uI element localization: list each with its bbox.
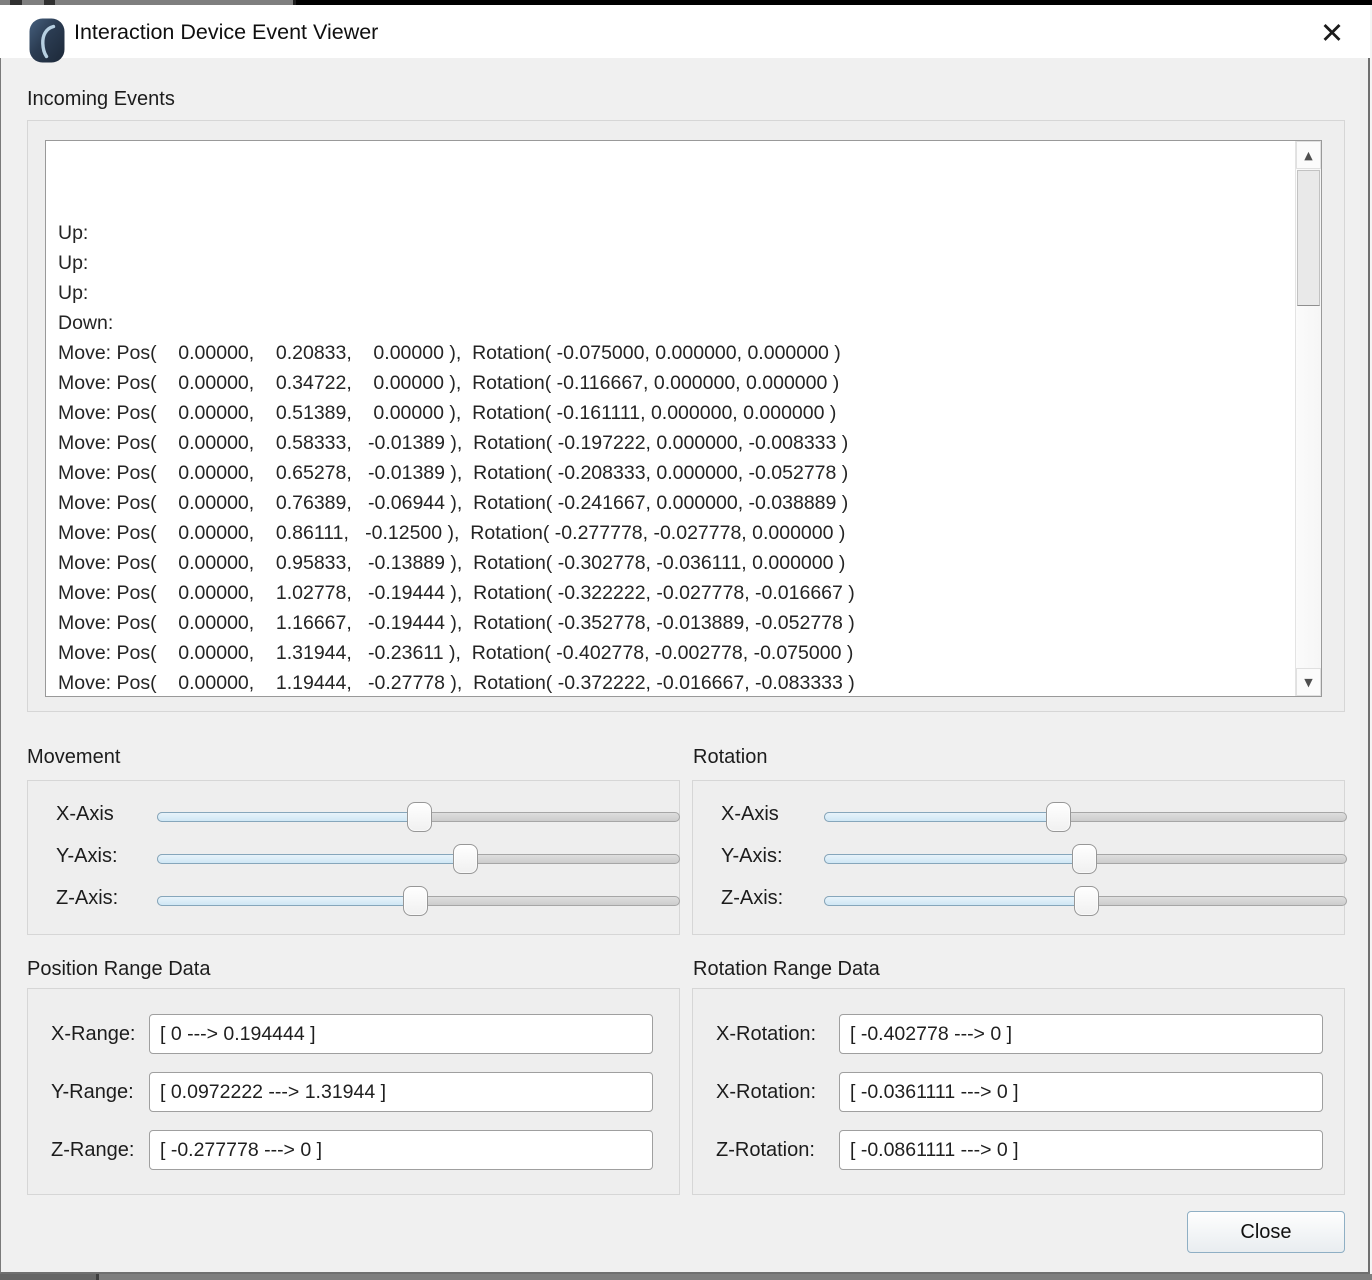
slider-fill (824, 854, 1084, 864)
movement-x-label: X-Axis (56, 803, 114, 826)
background-artifact (96, 1274, 99, 1280)
movement-x-slider[interactable] (157, 801, 680, 833)
rotation-x-label: X-Axis (721, 803, 779, 826)
event-log-line: Move: Pos( 0.00000, 1.16667, -0.19444 ),… (58, 608, 1294, 638)
y-range-field[interactable] (149, 1072, 653, 1112)
z-range-label: Z-Range: (51, 1130, 134, 1170)
event-log-line: Up: (58, 248, 1294, 278)
rotation-z-label: Z-Axis: (721, 887, 783, 910)
rotation-range-label: Rotation Range Data (693, 958, 880, 981)
title-bar[interactable]: Interaction Device Event Viewer ✕ (0, 5, 1370, 58)
z-rotation-field[interactable] (839, 1130, 1323, 1170)
log-scrollbar[interactable]: ▲ ▼ (1295, 141, 1321, 696)
rotation-range-group: X-Rotation: X-Rotation: Z-Rotation: (692, 988, 1345, 1195)
rotation-z-slider[interactable] (824, 885, 1347, 917)
event-log-viewport: Up:Up:Up:Down:Move: Pos( 0.00000, 0.2083… (46, 141, 1294, 696)
slider-fill (824, 896, 1086, 906)
event-log-line: Move: Pos( 0.00000, 0.34722, 0.00000 ), … (58, 368, 1294, 398)
slider-thumb[interactable] (1046, 802, 1071, 832)
slider-thumb[interactable] (1072, 844, 1097, 874)
event-log-lines: Up:Up:Up:Down:Move: Pos( 0.00000, 0.2083… (46, 141, 1294, 696)
event-log-line: Down: (58, 308, 1294, 338)
movement-y-label: Y-Axis: (56, 845, 118, 868)
slider-thumb[interactable] (453, 844, 478, 874)
background-bottom-strip (0, 1274, 1372, 1280)
incoming-events-label: Incoming Events (27, 88, 175, 111)
slider-fill (157, 854, 465, 864)
close-button[interactable]: Close (1187, 1211, 1345, 1253)
rotation-x-slider[interactable] (824, 801, 1347, 833)
x-rotation-label: X-Rotation: (716, 1014, 816, 1054)
movement-group: X-Axis Y-Axis: Z-Axis: (27, 780, 680, 935)
x-rotation-label-2: X-Rotation: (716, 1072, 816, 1112)
x-rotation-field[interactable] (839, 1014, 1323, 1054)
event-log-line: Move: Pos( 0.00000, 0.95833, -0.13889 ),… (58, 548, 1294, 578)
z-rotation-label: Z-Rotation: (716, 1130, 815, 1170)
rotation-group: X-Axis Y-Axis: Z-Axis: (692, 780, 1345, 935)
y-range-label: Y-Range: (51, 1072, 134, 1112)
event-log[interactable]: Up:Up:Up:Down:Move: Pos( 0.00000, 0.2083… (45, 140, 1322, 697)
slider-fill (157, 896, 415, 906)
slider-fill (157, 812, 419, 822)
event-log-line: Move: Pos( 0.00000, 0.76389, -0.06944 ),… (58, 488, 1294, 518)
movement-z-slider[interactable] (157, 885, 680, 917)
x-range-label: X-Range: (51, 1014, 136, 1054)
event-log-line: Move: Pos( 0.00000, 0.58333, -0.01389 ),… (58, 428, 1294, 458)
scroll-up-icon[interactable]: ▲ (1296, 141, 1321, 169)
position-range-label: Position Range Data (27, 958, 210, 981)
x-range-field[interactable] (149, 1014, 653, 1054)
scrollbar-thumb[interactable] (1297, 170, 1320, 306)
rotation-y-slider[interactable] (824, 843, 1347, 875)
z-range-field[interactable] (149, 1130, 653, 1170)
position-range-group: X-Range: Y-Range: Z-Range: (27, 988, 680, 1195)
slider-thumb[interactable] (407, 802, 432, 832)
event-log-line: Move: Pos( 0.00000, 0.20833, 0.00000 ), … (58, 338, 1294, 368)
movement-y-slider[interactable] (157, 843, 680, 875)
slider-thumb[interactable] (1074, 886, 1099, 916)
rotation-y-label: Y-Axis: (721, 845, 783, 868)
scroll-down-icon[interactable]: ▼ (1296, 668, 1321, 696)
rotation-label: Rotation (693, 746, 768, 769)
event-log-line: Move: Pos( 0.00000, 0.86111, -0.12500 ),… (58, 518, 1294, 548)
close-icon[interactable]: ✕ (1312, 13, 1352, 53)
slider-fill (824, 812, 1058, 822)
app-icon[interactable] (29, 18, 65, 63)
event-log-line: Move: Pos( 0.00000, 1.02778, -0.19444 ),… (58, 578, 1294, 608)
event-log-line: Move: Pos( 0.00000, 0.51389, 0.00000 ), … (58, 398, 1294, 428)
x-rotation-field-2[interactable] (839, 1072, 1323, 1112)
event-log-line: Move: Pos( 0.00000, 1.31944, -0.23611 ),… (58, 638, 1294, 668)
slider-thumb[interactable] (403, 886, 428, 916)
event-log-line: Move: Pos( 0.00000, 0.65278, -0.01389 ),… (58, 458, 1294, 488)
movement-z-label: Z-Axis: (56, 887, 118, 910)
event-log-line: Up: (58, 218, 1294, 248)
event-log-line: Move: Pos( 0.00000, 1.19444, -0.27778 ),… (58, 668, 1294, 696)
background-artifact (0, 1274, 96, 1280)
screen: Interaction Device Event Viewer ✕ Incomi… (0, 0, 1372, 1280)
event-log-line: Up: (58, 278, 1294, 308)
window-title: Interaction Device Event Viewer (74, 5, 378, 58)
movement-label: Movement (27, 746, 120, 769)
